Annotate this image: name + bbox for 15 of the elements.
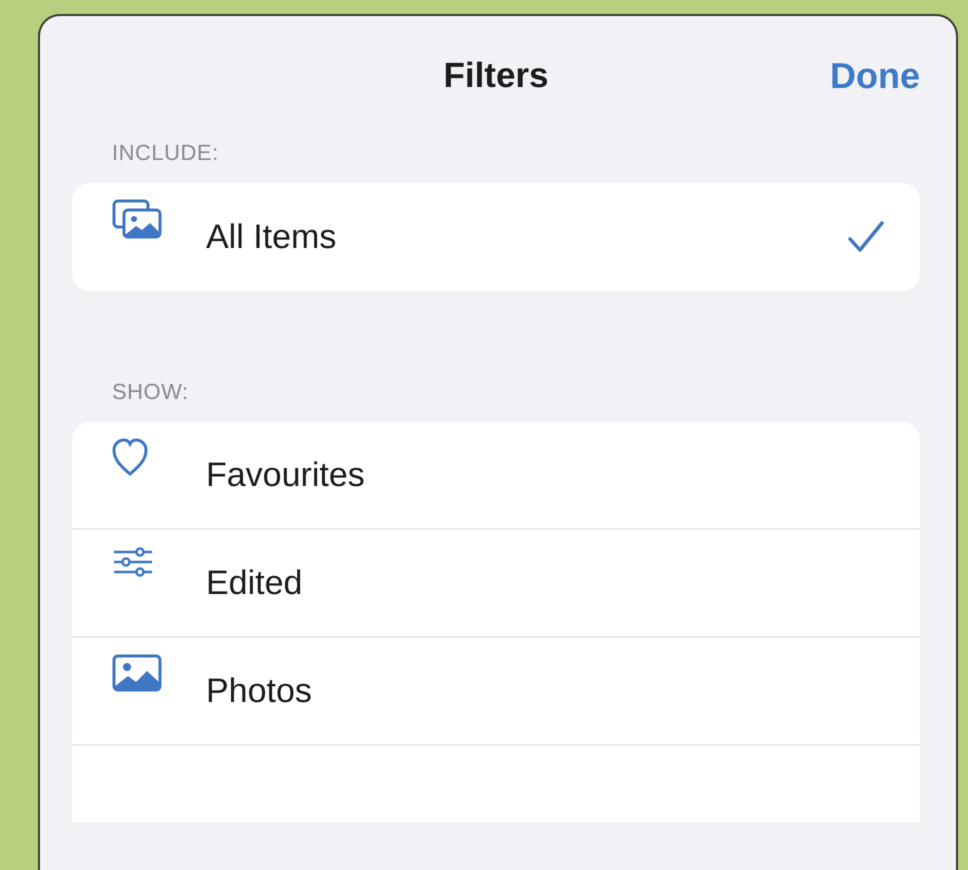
- done-button[interactable]: Done: [830, 54, 920, 98]
- row-label: Edited: [206, 562, 304, 604]
- row-label: Favourites: [206, 454, 366, 496]
- filter-row[interactable]: All Items: [72, 183, 920, 291]
- filter-row[interactable]: Favourites: [72, 422, 920, 530]
- row-label: Photos: [206, 670, 313, 712]
- row-label: All Items: [206, 216, 338, 258]
- checkmark-icon: [846, 219, 886, 255]
- photo-icon: [112, 654, 164, 694]
- section-header: INCLUDE:: [111, 139, 220, 167]
- section-header: SHOW:: [111, 378, 190, 406]
- filter-row[interactable]: Edited: [72, 530, 920, 638]
- sheet-title: Filters: [443, 54, 549, 97]
- filter-row[interactable]: Photos: [72, 638, 920, 746]
- photos-icon: [112, 199, 164, 239]
